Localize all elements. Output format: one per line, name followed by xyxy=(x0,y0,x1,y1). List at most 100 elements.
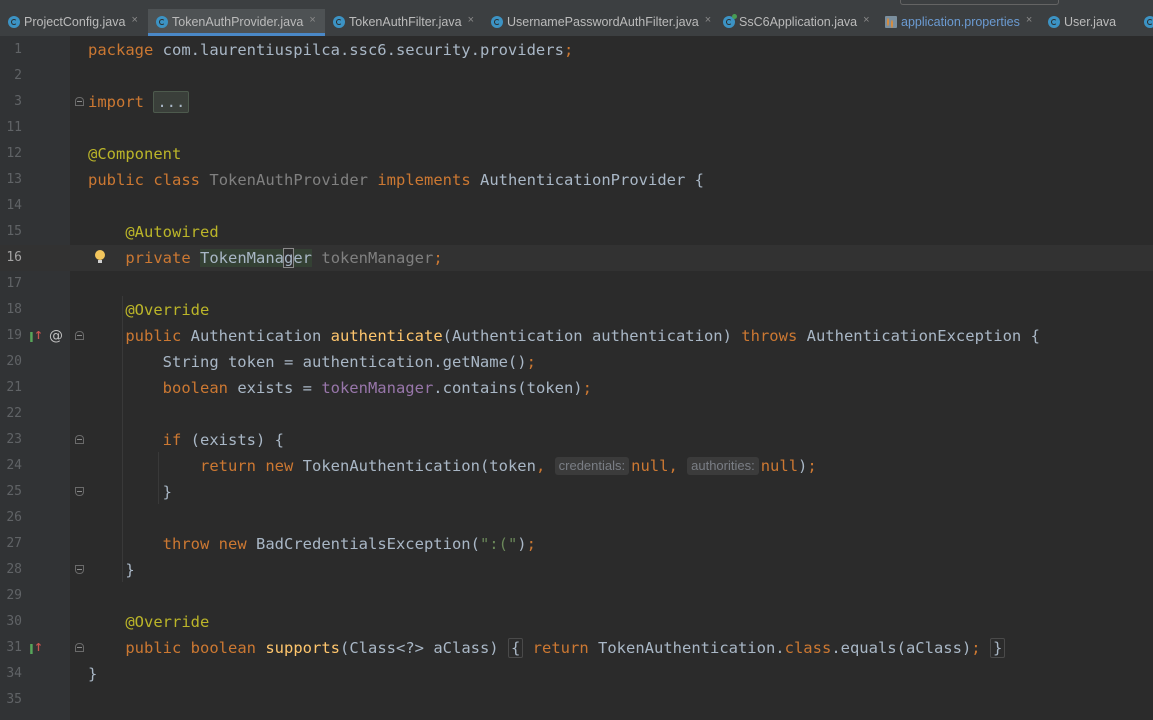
code-token: BadCredentialsException( xyxy=(246,535,480,553)
fold-toggle-icon[interactable] xyxy=(75,487,84,496)
tab-label: TokenAuthProvider.java xyxy=(172,15,304,29)
close-icon[interactable]: × xyxy=(125,9,143,26)
code-token: AuthenticationProvider xyxy=(480,171,686,189)
code-token: private xyxy=(125,249,191,267)
code-token: .equals(aClass) xyxy=(831,639,972,657)
code-token: , xyxy=(535,457,555,475)
annotation-icon[interactable]: @ xyxy=(49,328,63,344)
code-token: tokenManager xyxy=(321,249,434,267)
code-token: ; xyxy=(433,249,443,267)
tab-usernamepasswordauthfilter[interactable]: UsernamePasswordAuthFilter.java × xyxy=(483,9,715,36)
tab-overflow[interactable] xyxy=(1136,9,1153,36)
code-token: ":(" xyxy=(479,535,518,553)
line-number: 35 xyxy=(6,692,22,707)
code-token: .contains(token) xyxy=(433,379,583,397)
code-token: class xyxy=(153,171,201,189)
code-line: 22 xyxy=(0,401,1153,427)
code-token: AuthenticationException { xyxy=(797,327,1040,345)
code-token: (exists) { xyxy=(181,431,284,449)
line-number: 3 xyxy=(14,94,22,109)
class-icon xyxy=(1048,16,1060,28)
line-number: 25 xyxy=(6,484,22,499)
tab-label: application.properties xyxy=(901,15,1020,29)
fold-toggle-icon[interactable] xyxy=(75,435,84,444)
code-line: 30 @Override xyxy=(0,609,1153,635)
fold-toggle-icon[interactable] xyxy=(75,565,84,574)
code-token: } xyxy=(88,665,98,683)
code-token: @Override xyxy=(125,301,210,319)
line-number: 12 xyxy=(6,146,22,161)
tab-label: SsC6Application.java xyxy=(739,15,858,29)
code-editor[interactable]: 1 package com.laurentiuspilca.ssc6.secur… xyxy=(0,36,1153,720)
code-token-highlighted: TokenManager xyxy=(200,248,313,268)
fold-toggle-icon[interactable] xyxy=(75,331,84,340)
code-line: 19 I↑ @ public Authentication authentica… xyxy=(0,323,1153,349)
close-icon[interactable]: × xyxy=(857,9,875,26)
code-token: { xyxy=(685,171,704,189)
properties-file-icon xyxy=(885,16,897,28)
code-line: 15 @Autowired xyxy=(0,219,1153,245)
code-token: public xyxy=(125,327,182,345)
code-token: return xyxy=(199,457,256,475)
code-line: 2 xyxy=(0,63,1153,89)
parameter-hint: authorities: xyxy=(687,457,759,475)
line-number: 24 xyxy=(6,458,22,473)
line-number: 2 xyxy=(14,68,22,83)
code-line: 34 } xyxy=(0,661,1153,687)
tab-tokenauthprovider[interactable]: TokenAuthProvider.java × xyxy=(148,9,325,36)
code-token: ; xyxy=(971,639,981,657)
code-line: 21 boolean exists = tokenManager.contain… xyxy=(0,375,1153,401)
toolbar-field-edge xyxy=(900,0,1059,5)
line-number: 31 xyxy=(6,640,22,655)
line-number: 1 xyxy=(14,42,22,57)
tab-application-properties[interactable]: application.properties × xyxy=(877,9,1040,36)
tab-tokenauthfilter[interactable]: TokenAuthFilter.java × xyxy=(325,9,483,36)
line-number: 21 xyxy=(6,380,22,395)
code-token: @Autowired xyxy=(125,223,219,241)
line-number: 18 xyxy=(6,302,22,317)
fold-toggle-icon[interactable] xyxy=(75,643,84,652)
line-number: 28 xyxy=(6,562,22,577)
code-token: if xyxy=(162,431,182,449)
code-line-current: 16 private TokenManager tokenManager; xyxy=(0,245,1153,271)
line-number: 29 xyxy=(6,588,22,603)
line-number: 26 xyxy=(6,510,22,525)
line-number: 14 xyxy=(6,198,22,213)
code-token: TokenAuthentication(token xyxy=(293,457,536,475)
code-token: null xyxy=(760,457,799,475)
close-icon[interactable]: × xyxy=(462,9,480,26)
close-icon[interactable]: × xyxy=(303,9,321,26)
code-token: boolean xyxy=(162,379,228,397)
fold-toggle-icon[interactable] xyxy=(75,97,84,106)
tab-user[interactable]: User.java xyxy=(1040,9,1140,36)
folded-brace[interactable]: } xyxy=(989,638,1006,658)
implements-method-icon[interactable]: I↑ xyxy=(29,640,43,659)
code-token: tokenManager xyxy=(321,379,434,397)
code-line: 17 xyxy=(0,271,1153,297)
code-line: 27 throw new BadCredentialsException(":(… xyxy=(0,531,1153,557)
code-token: String token = authentication.getName() xyxy=(162,353,527,371)
code-token: ; xyxy=(563,41,574,59)
line-number: 17 xyxy=(6,276,22,291)
code-line: 35 xyxy=(0,687,1153,713)
editor-tab-bar: ProjectConfig.java × TokenAuthProvider.j… xyxy=(0,0,1153,36)
code-line: 18 @Override xyxy=(0,297,1153,323)
implements-method-icon[interactable]: I↑ xyxy=(29,328,43,347)
code-token: import xyxy=(88,93,144,111)
code-line: 14 xyxy=(0,193,1153,219)
folded-imports[interactable]: ... xyxy=(153,91,190,113)
code-token: } xyxy=(162,483,172,501)
tab-projectconfig[interactable]: ProjectConfig.java × xyxy=(0,9,148,36)
code-token: authenticate xyxy=(330,327,443,345)
code-token: (Authentication authentication) xyxy=(442,327,742,345)
close-icon[interactable]: × xyxy=(1020,9,1038,26)
line-number: 11 xyxy=(6,120,22,135)
code-token: new xyxy=(218,535,247,553)
tab-label: User.java xyxy=(1064,15,1117,29)
code-token: package xyxy=(88,41,154,59)
code-token: exists = xyxy=(227,379,322,397)
folded-brace[interactable]: { xyxy=(507,638,524,658)
line-number: 34 xyxy=(6,666,22,681)
tab-ssc6application[interactable]: SsC6Application.java × xyxy=(715,9,877,36)
code-token: ) xyxy=(798,457,808,475)
